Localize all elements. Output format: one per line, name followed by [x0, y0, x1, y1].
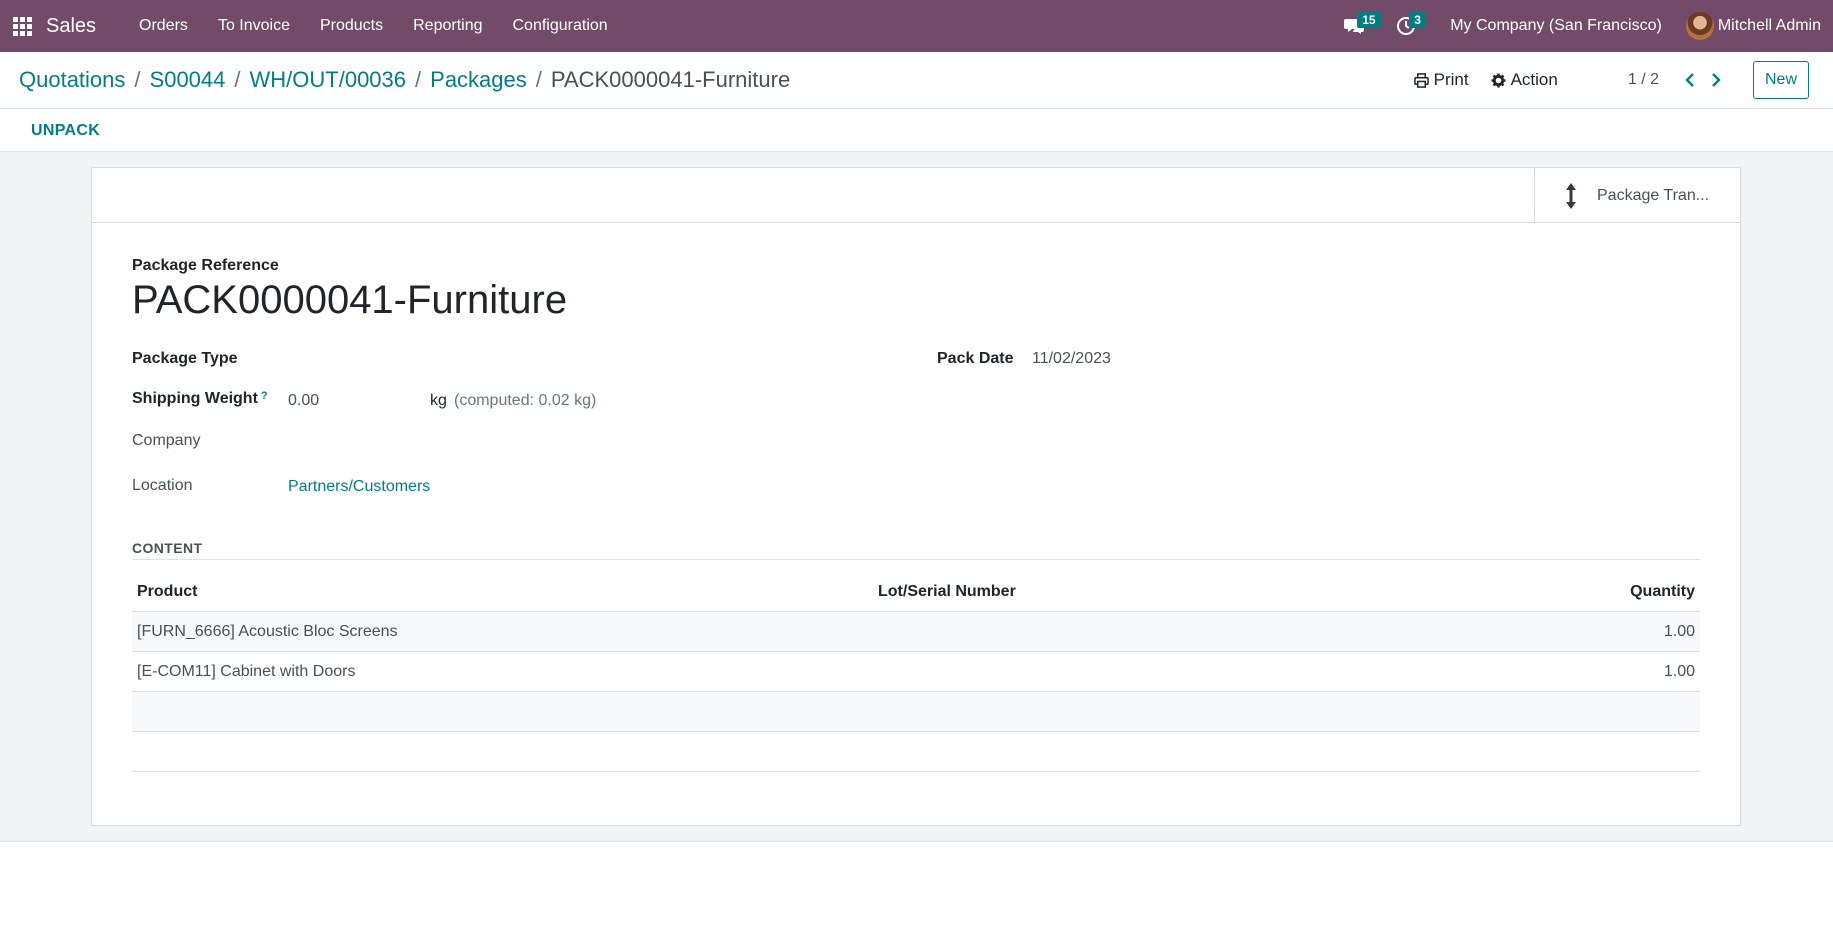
- empty-row: [132, 732, 1700, 772]
- breadcrumb-quotations[interactable]: Quotations: [19, 67, 125, 93]
- pager-value[interactable]: 1 / 2: [1628, 71, 1659, 89]
- gear-icon: [1491, 72, 1506, 88]
- computed-weight: (computed: 0.02 kg): [454, 392, 597, 409]
- user-menu[interactable]: Mitchell Admin: [1685, 12, 1821, 40]
- company-label: Company: [132, 432, 201, 449]
- control-panel: Quotations / S00044 / WH/OUT/00036 / Pac…: [0, 52, 1833, 109]
- breadcrumb: Quotations / S00044 / WH/OUT/00036 / Pac…: [19, 67, 790, 93]
- location-label: Location: [132, 477, 193, 494]
- package-transfers-button[interactable]: Package Tran...: [1534, 168, 1740, 223]
- activities-button[interactable]: 3: [1384, 0, 1428, 52]
- print-icon: [1413, 72, 1429, 88]
- package-reference-title[interactable]: PACK0000041-Furniture: [132, 278, 567, 323]
- menu-orders[interactable]: Orders: [124, 0, 203, 52]
- cell-product: [E-COM11] Cabinet with Doors: [137, 662, 356, 680]
- form-sheet: Package Tran... Package Reference PACK00…: [91, 167, 1741, 826]
- breadcrumb-current: PACK0000041-Furniture: [550, 67, 791, 92]
- print-button[interactable]: Print: [1413, 70, 1469, 90]
- location-link[interactable]: Partners/Customers: [288, 478, 430, 496]
- action-button[interactable]: Action: [1491, 70, 1558, 90]
- new-button[interactable]: New: [1752, 61, 1809, 99]
- unpack-button[interactable]: UNPACK: [31, 122, 100, 140]
- breadcrumb-separator: /: [234, 67, 241, 92]
- pack-date-label: Pack Date: [937, 350, 1014, 367]
- top-navbar: Sales Orders To Invoice Products Reporti…: [0, 0, 1833, 52]
- column-header-product[interactable]: Product: [132, 583, 878, 601]
- content-section-title: CONTENT: [132, 540, 203, 556]
- menu-configuration[interactable]: Configuration: [498, 0, 623, 52]
- table-row[interactable]: [FURN_6666] Acoustic Bloc Screens 1.00: [132, 612, 1700, 652]
- package-reference-label: Package Reference: [132, 257, 279, 274]
- help-tooltip-icon[interactable]: ?: [261, 390, 268, 402]
- pager-previous-button[interactable]: [1677, 73, 1703, 87]
- shipping-weight-label: Shipping Weight?: [132, 390, 268, 408]
- activities-count-badge: 3: [1409, 12, 1426, 28]
- user-name: Mitchell Admin: [1717, 17, 1821, 34]
- avatar: [1685, 12, 1714, 40]
- messages-button[interactable]: 15: [1332, 0, 1381, 52]
- status-bar: UNPACK: [0, 110, 1833, 152]
- pager-next-button[interactable]: [1703, 73, 1729, 87]
- breadcrumb-separator: /: [134, 67, 141, 92]
- package-type-field[interactable]: [288, 350, 788, 372]
- company-field[interactable]: [288, 432, 788, 454]
- menu-to-invoice[interactable]: To Invoice: [203, 0, 305, 52]
- cell-quantity: 1.00: [1663, 622, 1695, 640]
- breadcrumb-separator: /: [415, 67, 422, 92]
- cell-quantity: 1.00: [1663, 662, 1695, 680]
- apps-menu-icon[interactable]: [0, 0, 44, 52]
- cell-product: [FURN_6666] Acoustic Bloc Screens: [137, 622, 398, 640]
- smart-button-box: Package Tran...: [92, 168, 1740, 223]
- table-header: Product Lot/Serial Number Quantity: [132, 573, 1700, 612]
- package-type-label: Package Type: [132, 350, 238, 367]
- menu-products[interactable]: Products: [305, 0, 398, 52]
- vertical-arrows-icon: [1566, 182, 1576, 209]
- breadcrumb-sale-order[interactable]: S00044: [150, 67, 226, 93]
- content-table: Product Lot/Serial Number Quantity [FURN…: [132, 573, 1700, 772]
- breadcrumb-delivery[interactable]: WH/OUT/00036: [250, 67, 407, 93]
- menu-reporting[interactable]: Reporting: [398, 0, 497, 52]
- section-divider: [132, 559, 1700, 560]
- app-name[interactable]: Sales: [46, 15, 96, 38]
- package-transfers-label: Package Tran...: [1597, 186, 1710, 204]
- column-header-quantity[interactable]: Quantity: [1378, 583, 1700, 601]
- company-switcher[interactable]: My Company (San Francisco): [1450, 17, 1662, 35]
- weight-unit: kg: [430, 392, 447, 409]
- empty-row: [132, 692, 1700, 732]
- shipping-weight-label-text: Shipping Weight: [132, 390, 258, 407]
- column-header-lot[interactable]: Lot/Serial Number: [878, 583, 1378, 601]
- print-label: Print: [1433, 70, 1469, 89]
- messages-count-badge: 15: [1357, 12, 1381, 28]
- pack-date-field[interactable]: 11/02/2023: [1032, 350, 1111, 368]
- shipping-weight-field[interactable]: 0.00: [288, 392, 319, 410]
- breadcrumb-separator: /: [535, 67, 542, 92]
- action-label: Action: [1510, 70, 1558, 89]
- table-row[interactable]: [E-COM11] Cabinet with Doors 1.00: [132, 652, 1700, 692]
- breadcrumb-packages[interactable]: Packages: [430, 67, 527, 93]
- chevron-left-icon: [1685, 73, 1694, 87]
- chevron-right-icon: [1712, 73, 1721, 87]
